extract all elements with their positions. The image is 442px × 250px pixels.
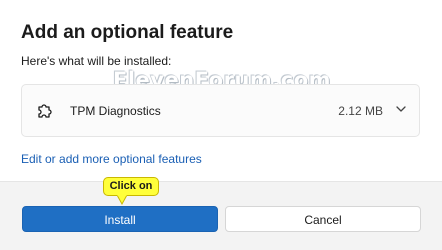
edit-optional-features-link[interactable]: Edit or add more optional features: [21, 152, 202, 166]
puzzle-icon: [38, 104, 52, 118]
install-button[interactable]: Install: [22, 206, 218, 232]
feature-name: TPM Diagnostics: [70, 104, 161, 118]
feature-item[interactable]: TPM Diagnostics 2.12 MB: [21, 84, 420, 137]
feature-size: 2.12 MB: [338, 104, 383, 118]
dialog-title: Add an optional feature: [21, 22, 234, 43]
dialog-subtitle: Here's what will be installed:: [21, 54, 172, 68]
add-optional-feature-dialog: Add an optional feature Here's what will…: [0, 0, 442, 250]
callout-pointer: [116, 195, 128, 205]
click-on-callout: Click on: [103, 177, 159, 196]
dialog-footer: Install Cancel: [0, 181, 442, 250]
chevron-down-icon[interactable]: [395, 103, 407, 115]
cancel-button[interactable]: Cancel: [225, 206, 421, 232]
